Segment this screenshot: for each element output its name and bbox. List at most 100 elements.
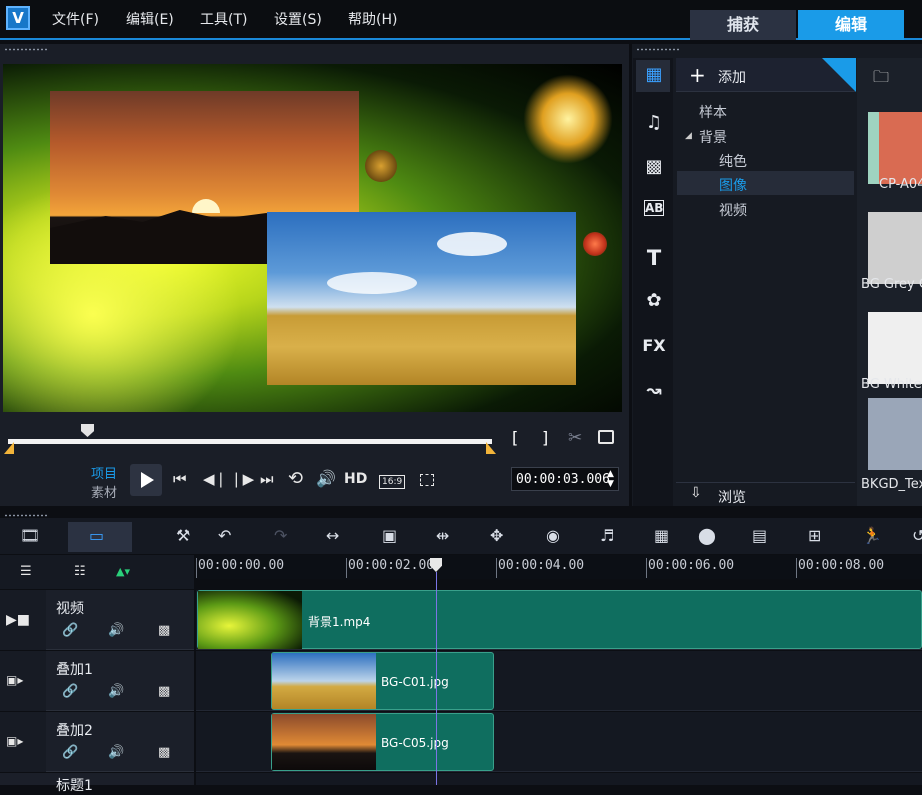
aspect-ratio-button[interactable]: 16:9 [379,475,406,489]
enlarge-preview-icon[interactable] [598,430,614,444]
thumbnail-bg-white[interactable] [868,312,922,384]
track-overlay1[interactable]: BG-C01.jpg [196,651,922,711]
clip-overlay2[interactable]: BG-C05.jpg [271,713,494,771]
more-tools-icon[interactable]: ↺ [912,526,922,545]
safe-zone-icon[interactable] [420,474,434,486]
play-button[interactable] [130,464,162,496]
mute-icon[interactable]: 🔊 [108,623,124,638]
menu-help[interactable]: 帮助(H) [348,9,397,29]
link-icon[interactable]: 🔗 [62,623,78,638]
library-grip[interactable] [636,48,680,51]
repeat-icon[interactable]: ⟲ [288,468,303,489]
link-icon[interactable]: 🔗 [62,684,78,699]
overlay-track-icon[interactable]: ▣▸ [6,734,23,748]
mark-out-button[interactable]: ] [542,428,548,447]
tab-capture[interactable]: 捕获 [690,10,796,40]
track-title1[interactable] [196,773,922,785]
toolbox-icon[interactable]: ⚒ [176,526,190,545]
thumbnail-bkgd-tex[interactable] [868,398,922,470]
mode-clip-label[interactable]: 素材 [91,482,117,501]
add-icon[interactable]: + [689,63,706,87]
motion-tracking-icon[interactable]: 🏃 [862,526,882,545]
timeline-view-button[interactable]: ▭ [68,522,132,552]
previous-frame-icon[interactable]: ◀❘ [203,470,227,488]
transition-icon[interactable]: AB [644,200,664,216]
track-name: 视频 [56,601,84,617]
next-frame-icon[interactable]: ❘▶ [230,470,254,488]
mark-in-button[interactable]: [ [512,428,518,447]
split-icon[interactable]: ⇹ [436,526,449,545]
undo-icon[interactable]: ↶ [218,526,231,545]
crop-icon[interactable]: ▣ [382,526,397,545]
add-button[interactable]: 添加 [718,67,746,87]
filter-icon[interactable]: FX [641,336,667,355]
panel-grip[interactable] [4,48,48,51]
split-screen-icon[interactable]: ⊞ [808,526,821,545]
title-icon[interactable]: T [641,246,667,270]
menu-tools[interactable]: 工具(T) [200,9,247,29]
browse-button[interactable]: 浏览 [718,487,746,507]
blend-icon[interactable]: ⬤ [698,526,716,545]
path-icon[interactable]: ↝ [641,380,667,401]
tree-sample[interactable]: 样本 [699,102,727,122]
audio-mixer-icon[interactable]: ♬ [600,526,614,545]
menu-edit[interactable]: 编辑(E) [126,9,174,29]
thumbnail-bg-grey[interactable] [868,212,922,284]
volume-icon[interactable]: 🔊 [316,469,336,488]
ruler-tick [346,558,347,578]
track-name: 叠加2 [56,723,93,739]
tree-video[interactable]: 视频 [719,200,747,220]
mute-icon[interactable]: 🔊 [108,745,124,760]
timecode-field[interactable]: 00:00:03.006 ▲ ▼ [511,467,619,491]
sun-shape [192,199,220,213]
go-to-end-icon[interactable]: ⏭ [260,470,274,488]
audio-icon[interactable]: ♫ [641,112,667,133]
track-manager-icon[interactable]: ☰ [20,564,32,579]
record-capture-icon[interactable]: ◉ [546,526,560,545]
instant-project-icon[interactable]: ▩ [641,156,667,177]
subtitle-icon[interactable]: ▤ [752,526,767,545]
expand-arrow-icon[interactable]: ◢ [685,131,692,141]
thumbnail-cp-a04[interactable] [868,112,922,184]
overlay-field-photo [267,212,576,385]
visibility-grid-icon[interactable]: ▩ [158,745,170,760]
scissors-icon[interactable]: ✂ [568,428,582,448]
link-icon[interactable]: 🔗 [62,745,78,760]
scrub-bar[interactable] [8,439,492,444]
clip-video-background[interactable]: 背景1.mp4 [197,590,922,649]
graphic-icon[interactable]: ✿ [641,290,667,311]
move-icon[interactable]: ✥ [490,526,503,545]
track-video[interactable]: 背景1.mp4 [196,590,922,650]
timeline-grip[interactable] [4,514,48,517]
browse-icon[interactable]: ⇩ [690,485,702,501]
tree-background[interactable]: 背景 [699,127,727,147]
visibility-grid-icon[interactable]: ▩ [158,623,170,638]
go-to-start-icon[interactable]: ⏮ [173,470,187,488]
hd-preview-button[interactable]: HD [344,471,367,487]
multicam-icon[interactable]: ▦ [654,526,669,545]
menu-settings[interactable]: 设置(S) [274,9,322,29]
menu-file[interactable]: 文件(F) [52,9,99,29]
app-logo: V [6,6,30,30]
tree-solid-color[interactable]: 纯色 [719,151,747,171]
mode-project-label[interactable]: 项目 [91,463,117,482]
tab-edit[interactable]: 编辑 [798,10,904,40]
overlay-track-icon[interactable]: ▣▸ [6,673,23,687]
video-track-icon[interactable]: ▶■ [6,612,30,628]
storyboard-view-icon[interactable]: 🎞 [20,526,40,545]
clip-overlay1[interactable]: BG-C01.jpg [271,652,494,710]
tree-image[interactable]: 图像 [719,175,747,195]
mute-icon[interactable]: 🔊 [108,684,124,699]
media-icon[interactable]: ▦ [641,64,667,85]
timecode-stepper-icon[interactable]: ▲ ▼ [607,469,614,489]
import-folder-icon[interactable]: 🗀 [873,66,889,93]
redo-icon[interactable]: ↷ [274,526,287,545]
playhead-line[interactable] [436,572,437,785]
fit-project-icon[interactable]: ↔ [326,526,339,545]
add-marker-icon[interactable]: ▲▾ [116,565,130,578]
cloud-shape [327,272,417,294]
add-track-icon[interactable]: ☷ [74,564,86,579]
preview-window[interactable] [3,64,622,412]
track-overlay2[interactable]: BG-C05.jpg [196,712,922,772]
visibility-grid-icon[interactable]: ▩ [158,684,170,699]
